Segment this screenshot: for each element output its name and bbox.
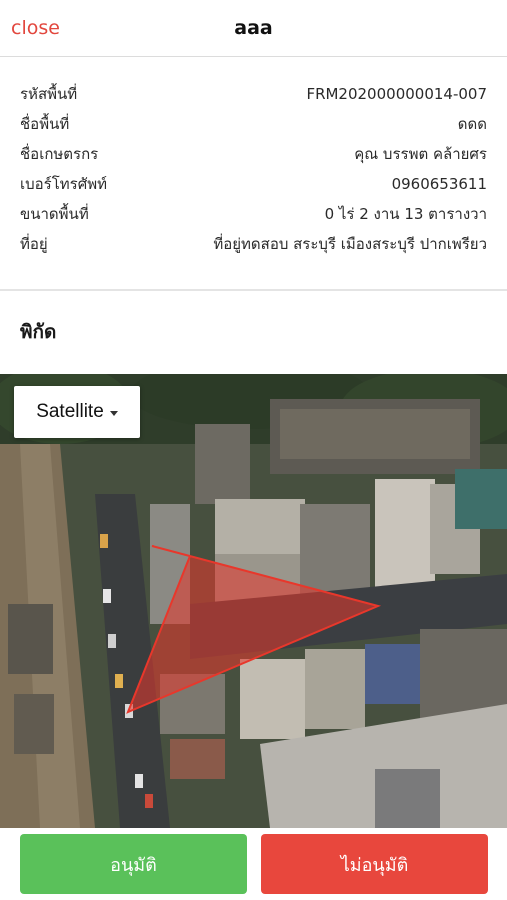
phone-value: 0960653611	[391, 175, 487, 193]
field-name-label: ชื่อพื้นที่	[20, 115, 70, 133]
map-type-selector[interactable]: Satellite	[14, 386, 140, 438]
area-size-label: ขนาดพื้นที่	[20, 205, 89, 223]
map-type-label: Satellite	[36, 401, 104, 422]
page-title: aaa	[234, 17, 273, 39]
caret-down-icon	[109, 410, 118, 416]
area-size-value: 0 ไร่ 2 งาน 13 ตารางวา	[324, 205, 487, 223]
info-row-area-size: ขนาดพื้นที่ 0 ไร่ 2 งาน 13 ตารางวา	[20, 199, 487, 229]
farmer-name-label: ชื่อเกษตรกร	[20, 145, 99, 163]
section-divider	[0, 289, 507, 291]
phone-label: เบอร์โทรศัพท์	[20, 175, 108, 193]
farmer-name-value: คุณ บรรพต คล้ายศร	[354, 145, 487, 163]
location-section-title: พิกัด	[20, 321, 57, 343]
info-row-address: ที่อยู่ ที่อยู่ทดสอบ สระบุรี เมืองสระบุร…	[20, 229, 487, 259]
approve-button[interactable]: อนุมัติ	[20, 834, 247, 894]
field-code-label: รหัสพื้นที่	[20, 85, 78, 103]
action-footer: อนุมัติ ไม่อนุมัติ	[0, 828, 507, 900]
field-code-value: FRM202000000014-007	[306, 85, 487, 103]
field-info-panel: รหัสพื้นที่ FRM202000000014-007 ชื่อพื้น…	[0, 57, 507, 289]
info-row-phone: เบอร์โทรศัพท์ 0960653611	[20, 169, 487, 199]
satellite-imagery	[0, 374, 507, 828]
header-bar: close aaa	[0, 0, 507, 57]
address-value: ที่อยู่ทดสอบ สระบุรี เมืองสระบุรี ปากเพร…	[213, 235, 487, 253]
info-row-field-name: ชื่อพื้นที่ ดดด	[20, 109, 487, 139]
info-row-farmer-name: ชื่อเกษตรกร คุณ บรรพต คล้ายศร	[20, 139, 487, 169]
satellite-map[interactable]: Satellite	[0, 374, 507, 828]
info-row-field-code: รหัสพื้นที่ FRM202000000014-007	[20, 79, 487, 109]
address-label: ที่อยู่	[20, 235, 48, 253]
field-name-value: ดดด	[457, 115, 487, 133]
reject-button[interactable]: ไม่อนุมัติ	[261, 834, 488, 894]
